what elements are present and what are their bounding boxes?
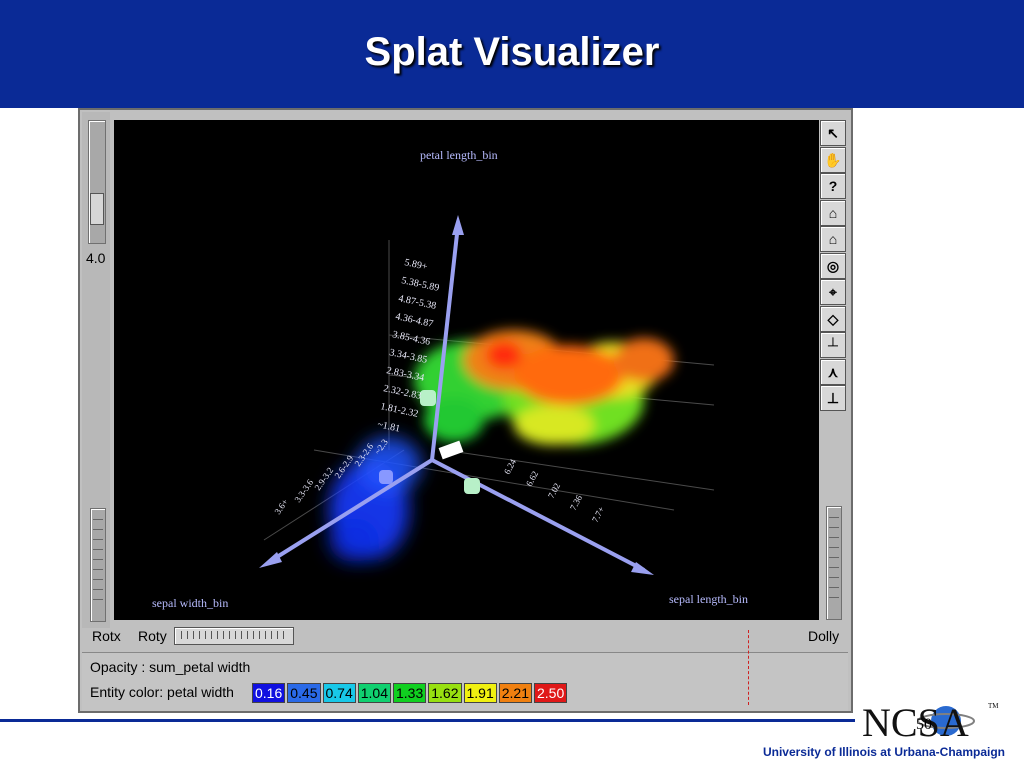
axis-label-vertical: petal length_bin bbox=[420, 148, 498, 162]
logo-trademark: TM bbox=[988, 702, 999, 710]
vertical-tick-label: ~1.81 bbox=[376, 419, 401, 435]
footer-text: University of Illinois at Urbana-Champai… bbox=[762, 745, 1005, 759]
pointer-arrow-icon: ↖ bbox=[827, 125, 839, 141]
legend-swatch: 1.33 bbox=[393, 683, 427, 703]
slide-title: Splat Visualizer bbox=[364, 30, 660, 74]
viewer-window: 4.0 petal length_bin sepal width_bin sep… bbox=[78, 108, 853, 713]
roty-label: Roty bbox=[138, 628, 167, 644]
legend-swatch: 1.91 bbox=[463, 683, 497, 703]
dolly-wheel[interactable] bbox=[826, 506, 842, 620]
axis-label-left: sepal width_bin bbox=[152, 596, 228, 610]
right-tick-labels: 6.246.627.027.367.7+ bbox=[502, 457, 606, 524]
legend-swatch: 2.21 bbox=[498, 683, 532, 703]
axis-label-right: sepal length_bin bbox=[669, 592, 748, 606]
footer-rule bbox=[0, 719, 855, 722]
view-all-button[interactable]: ◎ bbox=[820, 252, 846, 279]
rotx-label: Rotx bbox=[92, 628, 121, 644]
axis-handle-left bbox=[379, 470, 393, 484]
page-number: 50 bbox=[916, 716, 932, 733]
entity-color-label: Entity color: petal width bbox=[90, 684, 234, 700]
seek-icon: ⌖ bbox=[829, 284, 837, 300]
axis-arrow-up bbox=[452, 215, 464, 235]
origin-marker bbox=[438, 440, 464, 460]
vertical-tick-label: 4.36-4.87 bbox=[394, 311, 434, 330]
help-button[interactable]: ? bbox=[820, 173, 846, 199]
perspective-icon: ◇ bbox=[827, 310, 839, 327]
legend-swatch: 2.50 bbox=[534, 683, 568, 703]
seek-button[interactable]: ⌖ bbox=[820, 279, 846, 305]
vertical-tick-label: 5.38-5.89 bbox=[400, 275, 440, 294]
legend-swatch: 1.62 bbox=[428, 683, 462, 703]
axis-handle-right bbox=[464, 478, 480, 494]
left-controls: 4.0 bbox=[82, 112, 110, 628]
red-dashed-line bbox=[748, 630, 749, 705]
legend-swatch: 0.45 bbox=[287, 683, 321, 703]
hand-icon: ✋ bbox=[824, 151, 842, 168]
zoom-slider[interactable] bbox=[88, 120, 106, 244]
viewer-toolbar: ↖ ✋? ⌂ ⌂ ◎ ⌖ ◇ ┴ ⋏ ⊥ bbox=[820, 120, 846, 420]
right-tick-label: 6.24 bbox=[502, 457, 518, 476]
legend-swatch: 0.16 bbox=[252, 683, 286, 703]
legend-swatch: 1.04 bbox=[357, 683, 391, 703]
axis-view-icon: ⋏ bbox=[827, 363, 839, 380]
view-all-icon: ◎ bbox=[826, 257, 840, 274]
left-tick-label: 3.6+ bbox=[272, 497, 290, 516]
right-tick-label: 6.62 bbox=[524, 469, 540, 488]
vertical-tick-label: 3.85-4.36 bbox=[391, 329, 431, 348]
dolly-label: Dolly bbox=[808, 628, 840, 644]
vertical-tick-label: 5.89+ bbox=[403, 257, 428, 273]
axis-view-button[interactable]: ⋏ bbox=[820, 358, 846, 385]
home-button[interactable]: ⌂ bbox=[820, 199, 846, 226]
right-tick-label: 7.36 bbox=[568, 493, 584, 512]
ncsa-logo: NCSA TM bbox=[862, 700, 999, 742]
legend-panel: Opacity : sum_petal width Entity color: … bbox=[82, 652, 848, 711]
rotx-wheel[interactable] bbox=[90, 508, 106, 622]
perspective-button[interactable]: ◇ bbox=[820, 305, 846, 332]
orthographic-icon: ⊥ bbox=[826, 390, 840, 406]
vertical-tick-label: 1.81-2.32 bbox=[379, 401, 419, 420]
orthographic-button[interactable]: ⊥ bbox=[820, 385, 846, 411]
right-tick-label: 7.7+ bbox=[590, 505, 606, 524]
scene-3d: petal length_bin sepal width_bin sepal l… bbox=[152, 148, 748, 610]
view-plane-icon: ┴ bbox=[828, 337, 838, 353]
legend-swatch: 0.74 bbox=[322, 683, 356, 703]
bottom-controls: Rotx Roty Dolly bbox=[82, 624, 848, 650]
set-home-button[interactable]: ⌂ bbox=[820, 226, 846, 252]
splat-blue-cluster bbox=[329, 437, 421, 562]
home-icon: ⌂ bbox=[828, 204, 838, 221]
render-viewport[interactable]: petal length_bin sepal width_bin sepal l… bbox=[114, 120, 819, 620]
color-legend: 0.16 0.45 0.74 1.04 1.33 1.62 1.91 2.21 2.50 bbox=[252, 683, 569, 703]
dolly-wheel-container bbox=[820, 500, 846, 630]
axis-handle-vertical bbox=[420, 390, 436, 406]
slide-header: Splat Visualizer bbox=[0, 0, 1024, 108]
zoom-slider-thumb[interactable] bbox=[90, 193, 104, 225]
help-icon: ? bbox=[828, 178, 838, 194]
set-home-icon: ⌂ bbox=[828, 231, 838, 247]
roty-wheel[interactable] bbox=[174, 627, 294, 645]
left-tick-label: 2.9-3.2 bbox=[312, 466, 335, 493]
left-tick-label: 3.3-3.6 bbox=[292, 477, 315, 504]
splat-warm-cluster bbox=[414, 330, 674, 445]
vertical-tick-label: 3.34-3.85 bbox=[388, 347, 428, 366]
opacity-text: Opacity : sum_petal width bbox=[90, 659, 251, 675]
pointer-arrow-button[interactable]: ↖ bbox=[820, 120, 846, 146]
zoom-value: 4.0 bbox=[86, 250, 106, 266]
view-plane-button[interactable]: ┴ bbox=[820, 332, 846, 358]
vertical-tick-label: 4.87-5.38 bbox=[397, 293, 437, 312]
hand-button[interactable]: ✋ bbox=[820, 146, 846, 173]
